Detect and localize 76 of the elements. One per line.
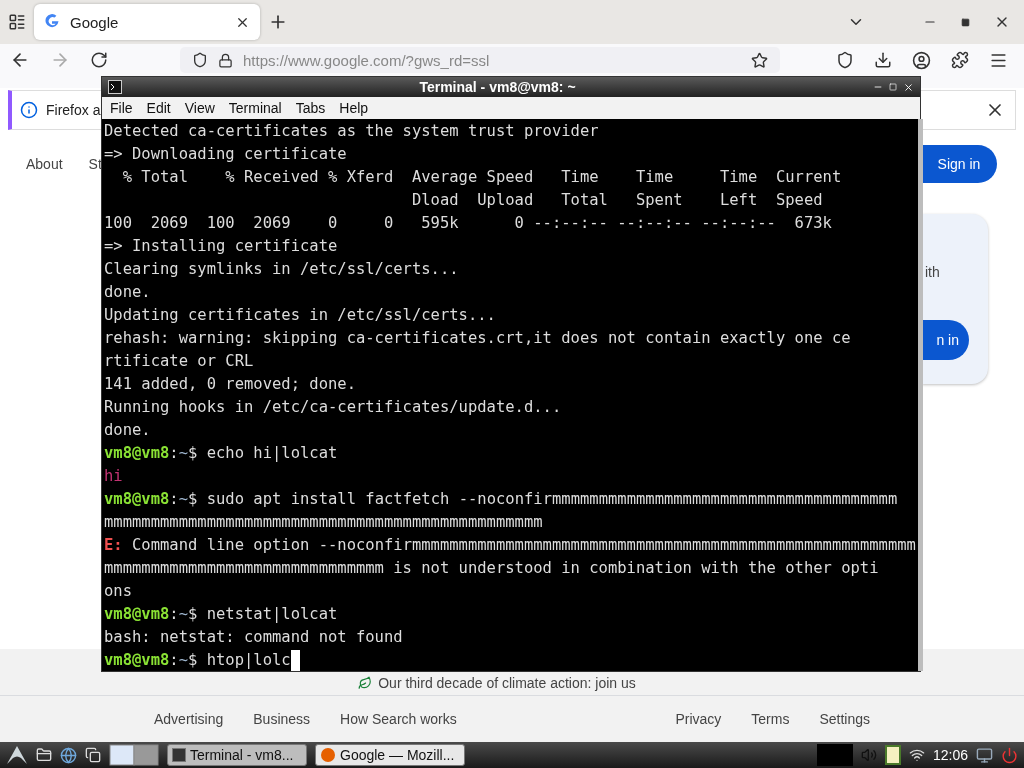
terminal-line: ons: [104, 581, 132, 602]
terminal-line: Clearing symlinks in /etc/ssl/certs...: [104, 259, 459, 280]
leaf-icon: [358, 676, 373, 690]
terminal-line: rtificate or CRL: [104, 351, 254, 372]
prompt-line: vm8@vm8:~$ sudo apt install factfetch --noconfirmmmmmmmmmmmmmmmmmmmmmmmmmmmmmmmmmmmmm: [104, 489, 898, 510]
browser-icon: [320, 747, 336, 763]
terminal-line: Dload Upload Total Spent Left Speed: [410, 190, 823, 211]
footer-link[interactable]: How Search works: [340, 711, 457, 727]
extensions-icon[interactable]: [951, 51, 969, 69]
terminal-line: done.: [104, 282, 151, 303]
sign-in-button[interactable]: n in: [922, 320, 969, 360]
terminal-line: rehash: warning: skipping ca-certificates.crt,it does not contain exactly one ce: [104, 328, 851, 349]
terminal-line: Detected ca-certificates as the system trust provider: [104, 121, 599, 142]
terminal-line: done.: [104, 420, 151, 441]
terminal-line: bash: netstat: command not found: [104, 627, 403, 648]
taskbar-window-button[interactable]: Google — Mozill...: [315, 744, 465, 766]
terminal-line: Running hooks in /etc/ca-certificates/update.d...: [104, 397, 562, 418]
start-menu-icon[interactable]: [6, 745, 28, 765]
notification-text: Firefox a: [46, 102, 101, 118]
download-icon[interactable]: [874, 51, 892, 69]
account-icon[interactable]: [912, 50, 931, 70]
windows-icon[interactable]: [85, 747, 101, 763]
globe-icon[interactable]: [60, 746, 77, 764]
terminal-line: Updating certificates in /etc/ssl/certs...: [104, 305, 496, 326]
desktop-icon[interactable]: [109, 744, 159, 766]
footer-link[interactable]: Privacy: [675, 711, 722, 727]
terminal-icon: [172, 748, 186, 762]
maximize-icon[interactable]: [961, 17, 970, 27]
monitor-icon[interactable]: [976, 746, 993, 764]
card-text: ith: [925, 264, 940, 280]
network-icon[interactable]: [908, 747, 925, 763]
clipboard-icon[interactable]: [884, 745, 901, 765]
menu-item[interactable]: File: [110, 100, 133, 116]
folder-icon[interactable]: [36, 747, 52, 763]
terminal-line: hi: [104, 466, 123, 487]
header-link[interactable]: About: [26, 156, 63, 172]
close-icon[interactable]: [903, 81, 914, 93]
tab-title: Google: [70, 13, 120, 31]
menu-item[interactable]: View: [184, 100, 215, 116]
lock-icon: [218, 52, 233, 68]
clock[interactable]: 12:06: [932, 747, 968, 763]
prompt-line: vm8@vm8:~$ htop|lolc: [104, 650, 291, 671]
terminal-line: 141 added, 0 removed; done.: [104, 374, 356, 395]
menu-item[interactable]: Terminal: [228, 100, 282, 116]
menu-item[interactable]: Edit: [146, 100, 171, 116]
scrollbar[interactable]: [917, 119, 923, 671]
error-line: E: Command line option --noconfirmmmmmmmmmmmmmmmmmmmmmmmmmmmmmmmmmmmmmmmmmmmmmmmmmmmmmm: [104, 535, 916, 556]
terminal-icon: [108, 80, 122, 94]
footer-link[interactable]: Terms: [751, 711, 790, 727]
power-icon[interactable]: [1001, 746, 1018, 764]
info-icon: [20, 101, 38, 119]
window-title: Terminal - vm8@vm8: ~: [418, 79, 577, 95]
terminal-line: 100 2069 100 2069 0 0 595k 0 --:--:-- --:--:-- --:--:-- 673k: [104, 213, 832, 234]
reload-icon[interactable]: [90, 51, 108, 69]
terminal-line: mmmmmmmmmmmmmmmmmmmmmmmmmmmmmmmmmmmmmmmmmmmmmmm: [104, 512, 543, 533]
tab-list-icon[interactable]: [8, 13, 26, 31]
footer-link[interactable]: Settings: [819, 711, 870, 727]
taskbar-window-button[interactable]: Terminal - vm8...: [167, 744, 307, 766]
climate-link[interactable]: Our third decade of climate action: join us: [378, 675, 636, 691]
prompt-line: vm8@vm8:~$ echo hi|lolcat: [104, 443, 338, 464]
shield-icon: [192, 52, 208, 68]
terminal-line: mmmmmmmmmmmmmmmmmmmmmmmmmmmmmm is not understood in combination with the other opti: [104, 558, 879, 579]
sign-in-button[interactable]: Sign in: [921, 145, 997, 183]
browser-tab[interactable]: Google: [34, 4, 260, 40]
menu-item[interactable]: Help: [339, 100, 369, 116]
menu-item[interactable]: Tabs: [295, 100, 326, 116]
footer-link[interactable]: Advertising: [154, 711, 224, 727]
url-text: https://www.google.com/?gws_rd=ssl: [243, 51, 491, 69]
star-icon[interactable]: [751, 51, 768, 69]
terminal-line: => Installing certificate: [104, 236, 338, 257]
shield-icon[interactable]: [836, 51, 854, 69]
terminal-line: => Downloading certificate: [104, 144, 347, 165]
prompt-line: vm8@vm8:~$ netstat|lolcat: [104, 604, 338, 625]
terminal-line: % Total % Received % Xferd Average Speed Time Time Time Current: [121, 167, 842, 188]
footer-link[interactable]: Business: [253, 711, 311, 727]
tray-block: [816, 744, 853, 766]
